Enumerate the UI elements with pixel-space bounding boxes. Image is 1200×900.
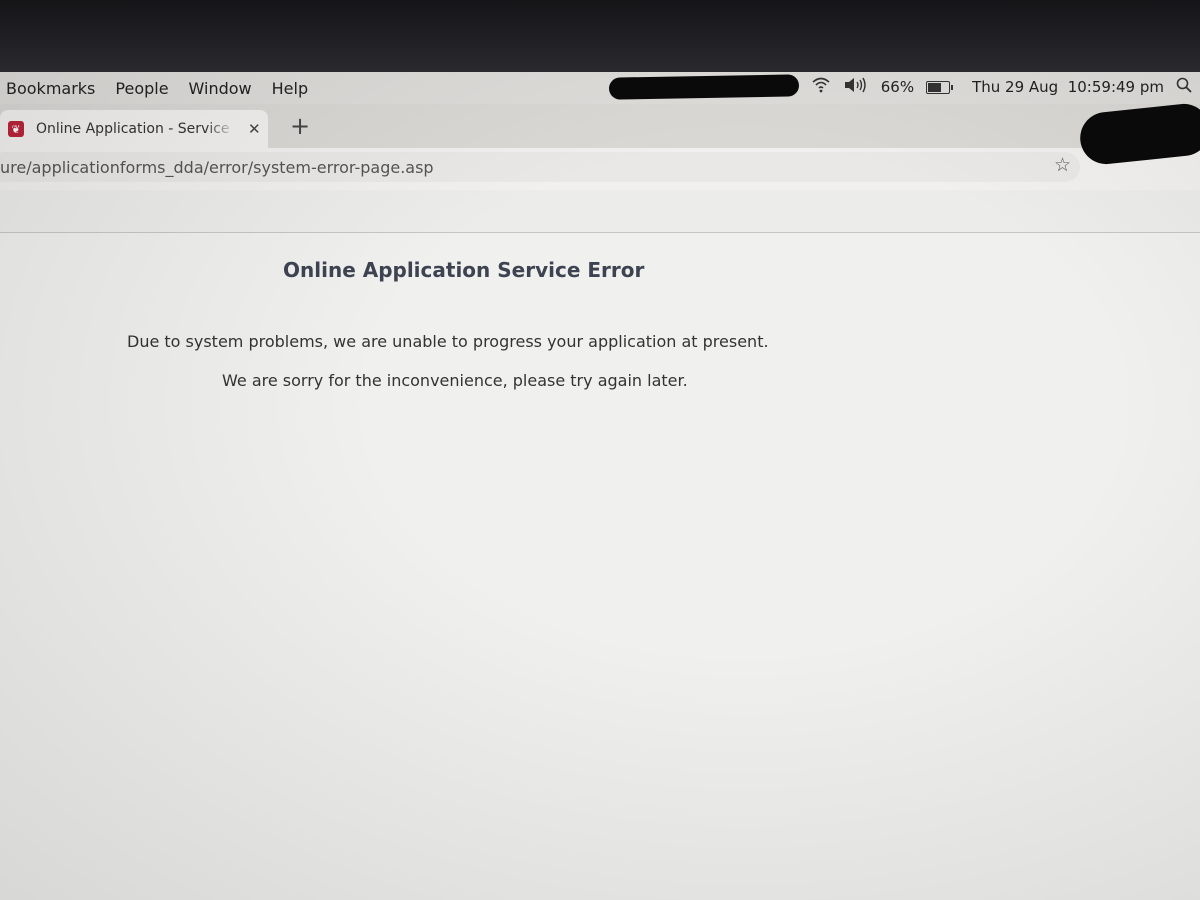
close-icon[interactable]: ✕ <box>248 120 261 138</box>
search-icon[interactable] <box>1176 77 1192 97</box>
menu-people[interactable]: People <box>115 79 168 98</box>
menu-bar-clock[interactable]: Thu 29 Aug 10:59:49 pm <box>972 78 1164 96</box>
screen: Bookmarks People Window Help 66% Thu 29 … <box>0 72 1200 900</box>
error-message-line-2: We are sorry for the inconvenience, plea… <box>222 371 688 390</box>
laptop-bezel <box>0 0 1200 72</box>
menu-bar-status: 66% Thu 29 Aug 10:59:49 pm <box>608 74 1192 100</box>
star-icon[interactable]: ☆ <box>1054 154 1071 176</box>
menu-help[interactable]: Help <box>272 79 308 98</box>
menu-window[interactable]: Window <box>189 79 252 98</box>
browser-tab-strip: ❦ Online Application - Service Error ✕ + <box>0 104 1200 148</box>
web-page-content: Online Application Service Error Due to … <box>0 233 1200 900</box>
menu-bookmarks[interactable]: Bookmarks <box>6 79 95 98</box>
browser-toolbar: ure/applicationforms_dda/error/system-er… <box>0 148 1200 190</box>
new-tab-button[interactable]: + <box>290 114 310 138</box>
browser-tab[interactable]: ❦ Online Application - Service Error ✕ <box>0 110 268 148</box>
volume-icon[interactable] <box>843 77 869 97</box>
error-message-line-1: Due to system problems, we are unable to… <box>127 332 769 351</box>
macos-menu-bar: Bookmarks People Window Help 66% Thu 29 … <box>0 72 1200 105</box>
tab-title: Online Application - Service Error <box>36 121 236 137</box>
battery-icon[interactable] <box>926 80 954 94</box>
address-bar-url[interactable]: ure/applicationforms_dda/error/system-er… <box>0 158 434 177</box>
page-title: Online Application Service Error <box>283 258 645 282</box>
redaction-mark <box>608 74 799 100</box>
menu-items: Bookmarks People Window Help <box>6 79 308 98</box>
battery-percent: 66% <box>880 78 915 96</box>
address-bar[interactable]: ure/applicationforms_dda/error/system-er… <box>0 152 1080 182</box>
wifi-icon[interactable] <box>811 77 831 97</box>
site-favicon-icon: ❦ <box>8 121 24 137</box>
